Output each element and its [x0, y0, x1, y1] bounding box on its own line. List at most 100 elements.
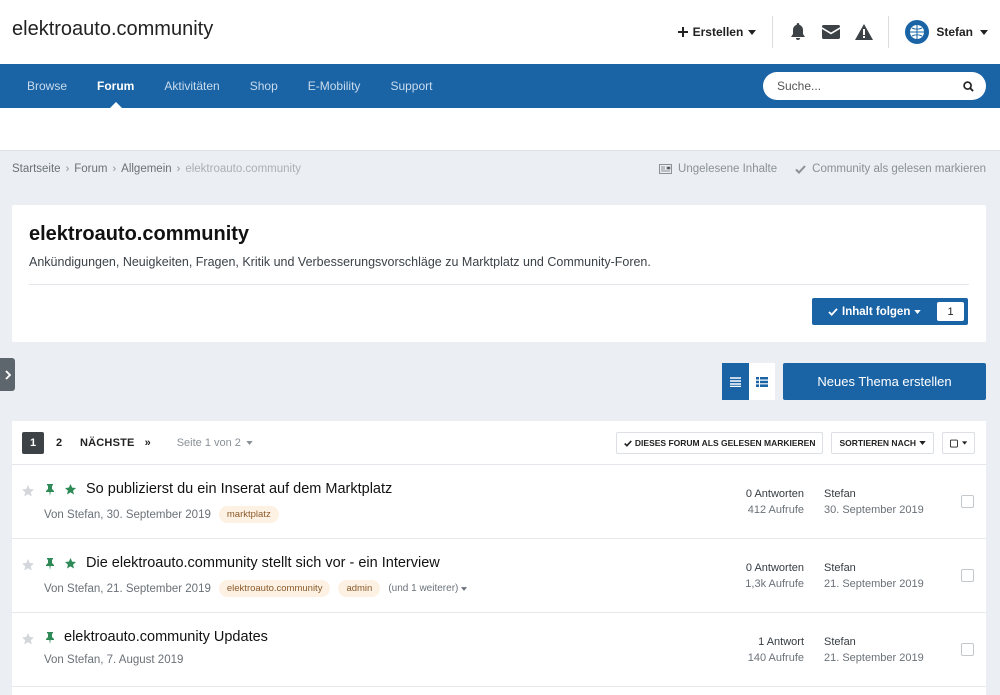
row-checkbox[interactable]: [961, 643, 974, 656]
more-tags-toggle[interactable]: (und 1 weiterer): [388, 583, 468, 594]
list-view-button[interactable]: [748, 363, 775, 400]
check-icon: [795, 164, 806, 174]
checkbox-icon: [950, 439, 958, 447]
notification-icons: [773, 16, 888, 49]
pin-icon: [46, 632, 54, 644]
topic-author-date[interactable]: Von Stefan, 30. September 2019: [44, 509, 211, 521]
list-icon: [729, 376, 741, 387]
page-info-label: Seite 1 von 2: [176, 437, 241, 449]
breadcrumb: Startseite › Forum › Allgemein › elektro…: [12, 163, 301, 175]
page-2[interactable]: 2: [48, 432, 70, 454]
breadcrumb-forum[interactable]: Forum: [74, 163, 107, 175]
caret-down-icon: [246, 441, 253, 445]
search-input[interactable]: [777, 79, 963, 93]
mark-forum-read-button[interactable]: DIESES FORUM ALS GELESEN MARKIEREN: [615, 432, 824, 454]
user-menu[interactable]: Stefan: [889, 20, 988, 44]
topic-meta: Von Stefan, 21. September 2019 elektroau…: [44, 580, 468, 597]
topic-title[interactable]: elektroauto.community Updates: [64, 629, 268, 645]
avatar: [905, 20, 930, 44]
topic-row: elektroauto.community Updates Von Stefan…: [12, 613, 986, 687]
featured-star-icon: [65, 558, 76, 569]
mark-community-read-link[interactable]: Community als gelesen markieren: [795, 163, 986, 175]
page-jump[interactable]: Seite 1 von 2: [177, 437, 253, 449]
view-count: 412 Aufrufe: [747, 504, 804, 516]
last-post-date[interactable]: 30. September 2019: [824, 502, 924, 518]
list-toolbar: 1 2 NÄCHSTE » Seite 1 von 2 DIESES FORUM…: [12, 421, 986, 465]
check-icon: [624, 439, 632, 447]
topic-list-panel: 1 2 NÄCHSTE » Seite 1 von 2 DIESES FORUM…: [12, 421, 986, 695]
row-checkbox[interactable]: [961, 569, 974, 582]
nav-item-e-mobility[interactable]: E-Mobility: [293, 64, 376, 108]
site-title[interactable]: elektroauto.community: [12, 18, 213, 41]
topic-meta: Von Stefan, 30. September 2019 marktplat…: [44, 506, 279, 523]
follow-count: 1: [937, 302, 964, 321]
topic-stats: 0 Antworten 412 Aufrufe: [746, 486, 804, 518]
follow-label-wrap: Inhalt folgen: [812, 306, 937, 318]
view-count: 1,3k Aufrufe: [745, 578, 804, 590]
reply-count: 0 Antworten: [745, 562, 804, 574]
last-post-user[interactable]: Stefan: [824, 486, 924, 502]
breadcrumb-allgemein[interactable]: Allgemein: [121, 163, 172, 175]
more-tags-label: (und 1 weiterer): [388, 583, 459, 594]
page-1[interactable]: 1: [22, 432, 44, 454]
topic-stats: 0 Antworten 1,3k Aufrufe: [745, 560, 804, 592]
forum-description: Ankündigungen, Neuigkeiten, Fragen, Krit…: [29, 255, 651, 269]
tag[interactable]: marktplatz: [218, 506, 279, 523]
nav-item-support[interactable]: Support: [375, 64, 447, 108]
nav-item-forum[interactable]: Forum: [82, 64, 149, 108]
reports-button[interactable]: [847, 16, 880, 49]
caret-down-icon: [914, 309, 922, 314]
pin-icon: [46, 484, 54, 496]
last-page-link[interactable]: »: [145, 437, 151, 449]
caret-down-icon: [461, 586, 468, 591]
follow-button[interactable]: Inhalt folgen 1: [812, 298, 968, 325]
unread-content-link[interactable]: Ungelesene Inhalte: [659, 163, 777, 175]
nav-item-shop[interactable]: Shop: [235, 64, 293, 108]
plus-icon: [677, 27, 688, 37]
last-post-user[interactable]: Stefan: [824, 634, 924, 650]
search-icon[interactable]: [963, 80, 974, 92]
table-view-button[interactable]: [722, 363, 749, 400]
sub-nav-band: [0, 108, 1000, 151]
check-icon: [828, 307, 838, 316]
last-post: Stefan 30. September 2019: [824, 486, 924, 518]
star-icon[interactable]: [22, 633, 34, 645]
envelope-icon: [821, 25, 840, 39]
star-icon[interactable]: [22, 485, 34, 497]
chevron-right-icon: ›: [176, 163, 181, 175]
topic-author-date[interactable]: Von Stefan, 7. August 2019: [44, 654, 183, 666]
row-checkbox[interactable]: [961, 495, 974, 508]
globe-icon: [910, 25, 925, 39]
notifications-button[interactable]: [781, 16, 814, 49]
topic-badges: [45, 632, 55, 644]
topic-title[interactable]: So publizierst du ein Inserat auf dem Ma…: [86, 481, 392, 497]
nav-item-aktivitaeten[interactable]: Aktivitäten: [149, 64, 234, 108]
last-post-date[interactable]: 21. September 2019: [824, 576, 924, 592]
topic-badges: [45, 558, 76, 570]
star-icon[interactable]: [22, 559, 34, 571]
nav-items: Browse Forum Aktivitäten Shop E-Mobility…: [12, 64, 447, 108]
new-topic-button[interactable]: Neues Thema erstellen: [783, 363, 986, 400]
messages-button[interactable]: [814, 16, 847, 49]
page-title: elektroauto.community: [29, 223, 250, 245]
tag[interactable]: admin: [338, 580, 381, 597]
breadcrumb-home[interactable]: Startseite: [12, 163, 61, 175]
topic-badges: [45, 484, 76, 496]
sort-button[interactable]: SORTIEREN NACH: [831, 432, 934, 454]
create-button[interactable]: Erstellen: [677, 25, 773, 39]
nav-item-browse[interactable]: Browse: [12, 64, 82, 108]
tag[interactable]: elektroauto.community: [218, 580, 331, 597]
next-page-link[interactable]: NÄCHSTE: [80, 437, 135, 449]
topic-author-date[interactable]: Von Stefan, 21. September 2019: [44, 583, 211, 595]
last-post-date[interactable]: 21. September 2019: [824, 650, 924, 666]
caret-down-icon: [980, 29, 988, 35]
last-post-user[interactable]: Stefan: [824, 560, 924, 576]
topic-title[interactable]: Die elektroauto.community stellt sich vo…: [86, 555, 440, 571]
topic-stats: 1 Antwort 140 Aufrufe: [748, 634, 804, 666]
toolbar-actions: DIESES FORUM ALS GELESEN MARKIEREN SORTI…: [615, 432, 975, 454]
select-all-button[interactable]: [942, 432, 975, 454]
bell-icon: [790, 23, 805, 40]
breadcrumb-actions: Ungelesene Inhalte Community als gelesen…: [659, 163, 986, 175]
sidebar-toggle[interactable]: [0, 358, 15, 391]
reply-count: 1 Antwort: [758, 636, 804, 648]
